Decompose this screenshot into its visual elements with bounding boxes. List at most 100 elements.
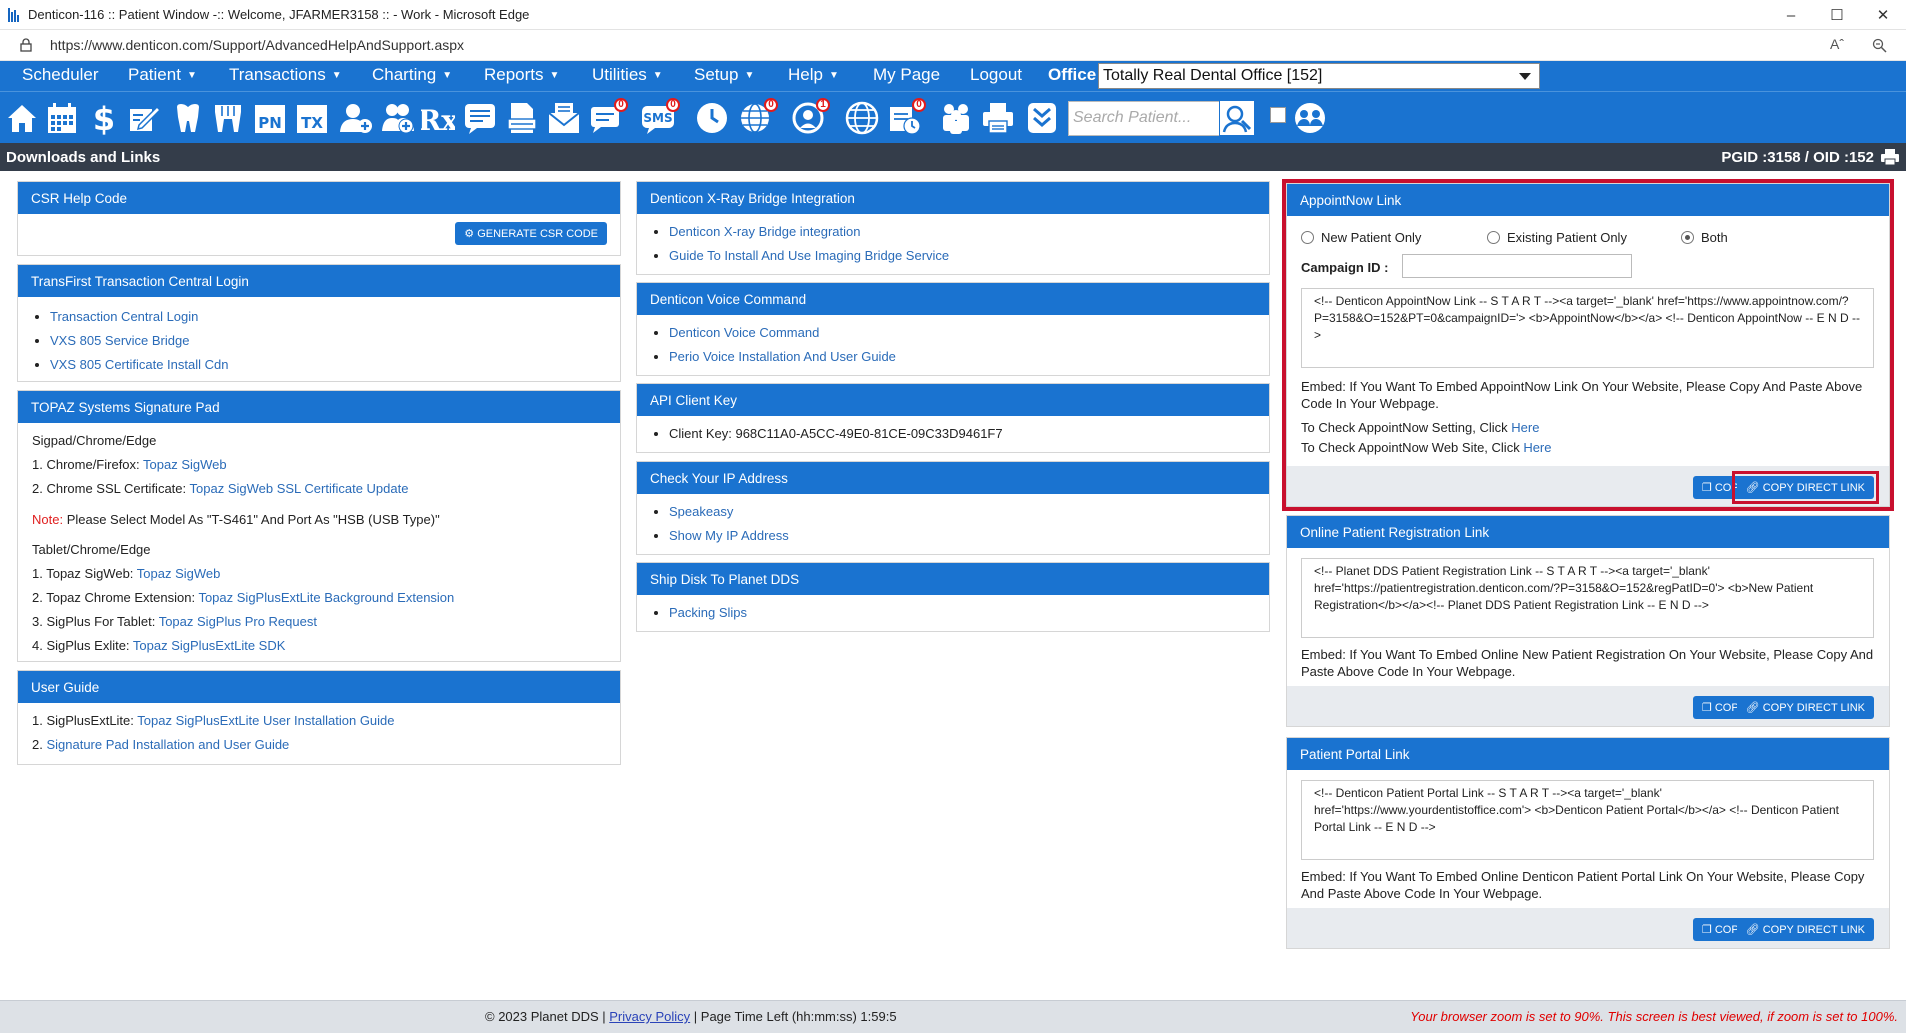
printer-icon[interactable]: [980, 100, 1016, 136]
menu-my-page[interactable]: My Page: [873, 65, 940, 85]
portal-code-textarea[interactable]: <!-- Denticon Patient Portal Link -- S T…: [1301, 780, 1874, 860]
show-my-ip-link[interactable]: Show My IP Address: [669, 528, 789, 543]
address-bar: https://www.denticon.com/Support/Advance…: [0, 30, 1906, 61]
close-icon[interactable]: ✕: [1860, 0, 1906, 30]
packing-slips-link[interactable]: Packing Slips: [669, 605, 747, 620]
copy-icon: ❐: [1701, 702, 1712, 714]
network-globe-icon[interactable]: [844, 100, 880, 136]
api-client-key-panel: API Client Key Client Key: 968C11A0-A5CC…: [636, 383, 1270, 453]
panel-title: Denticon X-Ray Bridge Integration: [637, 182, 1269, 214]
vxs-805-service-bridge-link[interactable]: VXS 805 Service Bridge: [50, 333, 189, 348]
add-patient-icon[interactable]: [338, 100, 374, 136]
messages-icon[interactable]: [462, 100, 498, 136]
topaz-extension-link[interactable]: Topaz SigPlusExtLite Background Extensio…: [198, 590, 454, 605]
menu-charting[interactable]: Charting ▼: [372, 65, 452, 85]
sigplus-user-guide-link[interactable]: Topaz SigPlusExtLite User Installation G…: [137, 713, 394, 728]
menu-transactions[interactable]: Transactions ▼: [229, 65, 342, 85]
vxs-805-certificate-link[interactable]: VXS 805 Certificate Install Cdn: [50, 357, 228, 372]
add-family-icon[interactable]: [380, 100, 416, 136]
xray-bridge-integration-link[interactable]: Denticon X-ray Bridge integration: [669, 224, 861, 239]
print-icon[interactable]: [1880, 148, 1900, 166]
menu-reports[interactable]: Reports ▼: [484, 65, 559, 85]
search-patient-input[interactable]: Search Patient...: [1068, 101, 1220, 136]
collapse-down-icon[interactable]: [1024, 100, 1060, 136]
registration-code-textarea[interactable]: <!-- Planet DDS Patient Registration Lin…: [1301, 558, 1874, 638]
treatment-plan-icon[interactable]: TX: [294, 100, 330, 136]
embed-text: Embed: If You Want To Embed AppointNow L…: [1301, 379, 1863, 411]
users-search-icon[interactable]: [1292, 100, 1328, 136]
menu-patient[interactable]: Patient ▼: [128, 65, 197, 85]
recall-icon[interactable]: 1: [790, 98, 830, 136]
radio-both[interactable]: Both: [1681, 226, 1728, 250]
schedule-check-icon[interactable]: 0: [886, 98, 926, 136]
dollar-icon[interactable]: $: [86, 100, 122, 136]
campaign-id-input[interactable]: [1402, 254, 1632, 278]
topaz-sdk-link[interactable]: Topaz SigPlusExtLite SDK: [133, 638, 285, 653]
appointnow-setting-here-link[interactable]: Here: [1511, 420, 1539, 435]
calendar-icon[interactable]: [44, 100, 80, 136]
copy-direct-link-button[interactable]: 🔗︎ COPY DIRECT LINK: [1736, 918, 1874, 941]
menu-utilities[interactable]: Utilities ▼: [592, 65, 663, 85]
document-icon[interactable]: [504, 100, 540, 136]
topaz-sigplus-pro-link[interactable]: Topaz SigPlus Pro Request: [159, 614, 317, 629]
panel-title: TOPAZ Systems Signature Pad: [18, 391, 620, 423]
transfirst-panel: TransFirst Transaction Central Login Tra…: [17, 264, 621, 382]
teeth-chart-icon[interactable]: [210, 100, 246, 136]
menu-logout[interactable]: Logout: [970, 65, 1022, 85]
imaging-bridge-guide-link[interactable]: Guide To Install And Use Imaging Bridge …: [669, 248, 949, 263]
privacy-policy-link[interactable]: Privacy Policy: [609, 1009, 690, 1024]
prescription-icon[interactable]: Rx: [420, 100, 456, 136]
copy-direct-link-button[interactable]: 🔗︎ COPY DIRECT LINK: [1736, 476, 1874, 499]
notes-edit-icon[interactable]: [126, 100, 162, 136]
perio-voice-guide-link[interactable]: Perio Voice Installation And User Guide: [669, 349, 896, 364]
radio-new-patient[interactable]: New Patient Only: [1301, 226, 1421, 250]
item-label: 2.: [32, 737, 47, 752]
appointnow-website-here-link[interactable]: Here: [1523, 440, 1551, 455]
topaz-sigweb-tablet-link[interactable]: Topaz SigWeb: [137, 566, 221, 581]
registration-panel: Online Patient Registration Link <!-- Pl…: [1286, 515, 1890, 727]
chevron-down-icon: ▼: [549, 70, 560, 81]
edge-app-icon: [8, 7, 22, 22]
generate-csr-code-button[interactable]: ⚙ GENERATE CSR CODE: [455, 222, 607, 245]
transaction-central-login-link[interactable]: Transaction Central Login: [50, 309, 198, 324]
speakeasy-link[interactable]: Speakeasy: [669, 504, 733, 519]
menu-setup[interactable]: Setup ▼: [694, 65, 754, 85]
group-icon[interactable]: [938, 100, 974, 136]
zoom-icon[interactable]: [1872, 38, 1887, 53]
topaz-ssl-certificate-link[interactable]: Topaz SigWeb SSL Certificate Update: [190, 481, 409, 496]
radio-existing-patient[interactable]: Existing Patient Only: [1487, 226, 1627, 250]
topaz-sigweb-link[interactable]: Topaz SigWeb: [143, 457, 227, 472]
sms-icon[interactable]: SMS 0: [640, 98, 680, 136]
maximize-icon[interactable]: ☐: [1814, 0, 1860, 30]
clock-icon[interactable]: [694, 100, 730, 136]
menu-help[interactable]: Help ▼: [788, 65, 839, 85]
panel-title: CSR Help Code: [18, 182, 620, 214]
lock-icon[interactable]: [20, 38, 32, 52]
checkbox[interactable]: [1270, 107, 1286, 123]
appointnow-code-textarea[interactable]: <!-- Denticon AppointNow Link -- S T A R…: [1301, 288, 1874, 368]
item-label: 1. SigPlusExtLite:: [32, 713, 138, 728]
patient-search-icon[interactable]: [1219, 100, 1255, 136]
signature-pad-guide-link[interactable]: Signature Pad Installation and User Guid…: [46, 737, 289, 752]
user-guide-panel: User Guide 1. SigPlusExtLite: Topaz SigP…: [17, 670, 621, 765]
office-select[interactable]: Totally Real Dental Office [152]: [1098, 63, 1540, 89]
email-icon[interactable]: [546, 100, 582, 136]
globe-icon[interactable]: 0: [738, 98, 778, 136]
minimize-icon[interactable]: –: [1768, 0, 1814, 30]
progress-notes-icon[interactable]: PN: [252, 100, 288, 136]
copy-direct-link-highlight: 🔗︎ COPY DIRECT LINK: [1731, 471, 1879, 504]
home-icon[interactable]: [4, 100, 40, 136]
check-website-text: To Check AppointNow Web Site, Click: [1301, 440, 1524, 455]
chat-badge: 0: [614, 98, 628, 112]
read-aloud-icon[interactable]: Aˆ: [1830, 36, 1844, 52]
client-key-text: Client Key: 968C11A0-A5CC-49E0-81CE-09C3…: [669, 426, 1003, 441]
chat-icon[interactable]: 0: [588, 98, 628, 136]
copy-direct-link-button[interactable]: 🔗︎ COPY DIRECT LINK: [1736, 696, 1874, 719]
svg-text:PN: PN: [258, 114, 282, 132]
url-text[interactable]: https://www.denticon.com/Support/Advance…: [50, 37, 464, 53]
voice-command-link[interactable]: Denticon Voice Command: [669, 325, 819, 340]
panel-title: AppointNow Link: [1287, 184, 1889, 216]
tooth-icon[interactable]: [170, 100, 206, 136]
menu-scheduler[interactable]: Scheduler: [22, 65, 99, 85]
item-label: 1. Chrome/Firefox:: [32, 457, 144, 472]
